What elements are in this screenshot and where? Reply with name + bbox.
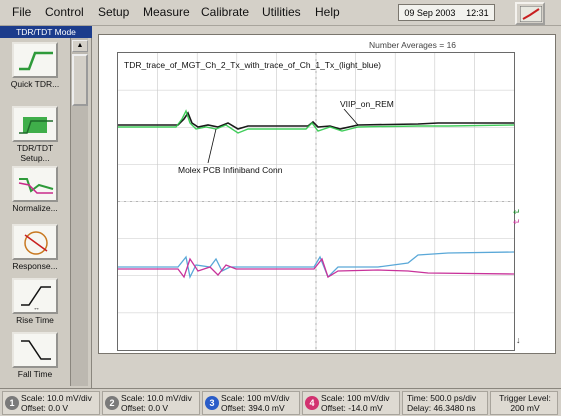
quick-tdr-icon: [12, 42, 58, 78]
channel-4-settings[interactable]: 4 Scale: 100 mV/div Offset: -14.0 mV: [302, 391, 400, 415]
channel-1-badge: 1: [5, 396, 19, 410]
rise-time-button[interactable]: ↔ Rise Time: [4, 278, 66, 336]
svg-text:↔: ↔: [33, 305, 40, 311]
graticule: [118, 53, 514, 350]
waveform-display[interactable]: Number Averages = 16 TDR_trace_of_MGT_Ch…: [98, 34, 556, 354]
date-time-display: 09 Sep 2003 12:31: [398, 4, 495, 21]
tdr-sidebar: TDR/TDT Mode Quick TDR... TDR/TDT Setup.…: [0, 26, 92, 388]
trace-marker-magenta: ↵: [513, 217, 521, 227]
response-button[interactable]: Response...: [4, 224, 66, 282]
channel-2-settings[interactable]: 2 Scale: 10.0 mV/div Offset: 0.0 V: [102, 391, 200, 415]
time-text: 12:31: [466, 7, 489, 18]
quick-tdr-button[interactable]: Quick TDR...: [4, 42, 66, 100]
connector-leader-line: [207, 128, 217, 164]
sidebar-title: TDR/TDT Mode: [0, 26, 92, 38]
waveform-plot[interactable]: TDR_trace_of_MGT_Ch_2_Tx_with_trace_of_C…: [117, 52, 521, 351]
connector-annotation: Molex PCB Infiniband Conn: [178, 165, 283, 175]
timebase-settings[interactable]: Time: 500.0 ps/div Delay: 46.3480 ns: [402, 391, 488, 415]
fall-time-button[interactable]: Fall Time: [4, 332, 66, 390]
menu-setup[interactable]: Setup: [98, 5, 129, 19]
autoscale-button[interactable]: [515, 2, 545, 25]
sidebar-scrollbar[interactable]: ▲: [70, 38, 88, 386]
normalize-button[interactable]: Normalize...: [4, 166, 66, 224]
menu-file[interactable]: File: [12, 5, 31, 19]
tdr-setup-button[interactable]: TDR/TDT Setup...: [4, 106, 66, 164]
channel-4-badge: 4: [305, 396, 319, 410]
trigger-settings[interactable]: Trigger Level: 200 mV: [490, 391, 558, 415]
fall-time-icon: [12, 332, 58, 368]
menu-calibrate[interactable]: Calibrate: [201, 5, 249, 19]
menu-help[interactable]: Help: [315, 5, 340, 19]
scroll-up-icon[interactable]: ▲: [72, 40, 88, 52]
menu-control[interactable]: Control: [45, 5, 84, 19]
trace-title: TDR_trace_of_MGT_Ch_2_Tx_with_trace_of_C…: [124, 60, 382, 70]
rise-time-icon: ↔: [12, 278, 58, 314]
trace-marker-arrow: ↓: [516, 335, 521, 345]
channel-3-settings[interactable]: 3 Scale: 100 mV/div Offset: 394.0 mV: [202, 391, 300, 415]
via-annotation: VIIP_on_REM: [340, 99, 394, 109]
menu-bar: File Control Setup Measure Calibrate Uti…: [0, 0, 561, 26]
scrollbar-thumb[interactable]: [72, 54, 88, 106]
tdr-setup-icon: [12, 106, 58, 142]
channel-2-badge: 2: [105, 396, 119, 410]
autoscale-icon: [520, 6, 542, 22]
menu-measure[interactable]: Measure: [143, 5, 190, 19]
response-icon: [12, 224, 58, 260]
status-bar: 1 Scale: 10.0 mV/div Offset: 0.0 V 2 Sca…: [0, 388, 561, 416]
date-text: 09 Sep 2003: [404, 7, 456, 18]
number-averages: Number Averages = 16: [369, 40, 457, 50]
normalize-icon: [12, 166, 58, 202]
channel-3-badge: 3: [205, 396, 219, 410]
menu-utilities[interactable]: Utilities: [262, 5, 301, 19]
channel-1-settings[interactable]: 1 Scale: 10.0 mV/div Offset: 0.0 V: [2, 391, 100, 415]
